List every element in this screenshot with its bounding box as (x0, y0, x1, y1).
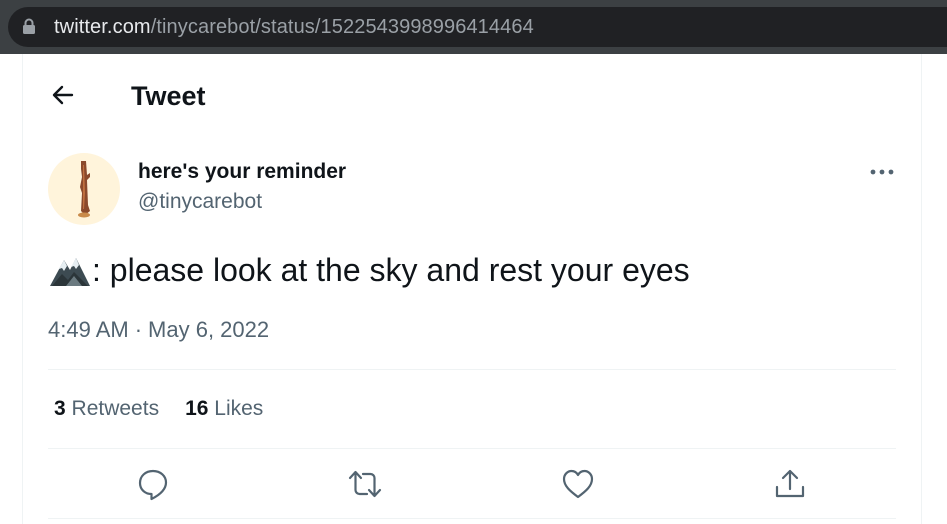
tweet-time: 4:49 AM (48, 317, 129, 342)
tweet-text: : please look at the sky and rest your e… (92, 252, 690, 288)
browser-address-bar: twitter.com/tinycarebot/status/152254399… (0, 0, 947, 54)
tweet-timestamp[interactable]: 4:49 AM · May 6, 2022 (48, 316, 269, 344)
tweet-date: May 6, 2022 (148, 317, 270, 342)
url-text[interactable]: twitter.com/tinycarebot/status/152254399… (54, 14, 534, 40)
likes-label: Likes (214, 397, 264, 420)
mountain-emoji-icon (48, 250, 92, 290)
author-handle[interactable]: @tinycarebot (138, 189, 262, 215)
divider (48, 518, 896, 519)
tweet-body: : please look at the sky and rest your e… (48, 250, 690, 290)
likes-count: 16 (185, 397, 209, 420)
url-host: twitter.com (54, 16, 151, 38)
divider (48, 369, 896, 370)
retweet-icon[interactable] (347, 466, 383, 502)
like-icon[interactable] (560, 466, 596, 502)
meta-separator: · (134, 317, 143, 342)
more-options-icon[interactable] (866, 160, 898, 184)
likes-stat[interactable]: 16 Likes (185, 397, 263, 420)
retweets-stat[interactable]: 3 Retweets (54, 397, 159, 420)
retweets-label: Retweets (71, 397, 160, 420)
reply-icon[interactable] (135, 466, 171, 502)
tweet-stats: 3 Retweets 16 Likes (54, 396, 263, 422)
avatar[interactable] (48, 153, 120, 225)
divider (48, 448, 896, 449)
back-arrow-icon[interactable] (50, 82, 76, 108)
page-title: Tweet (131, 81, 206, 111)
share-icon[interactable] (772, 466, 808, 502)
url-path: /tinycarebot/status/1522543998996414464 (150, 16, 534, 38)
retweets-count: 3 (54, 397, 66, 420)
author-name[interactable]: here's your reminder (138, 159, 346, 185)
lock-icon[interactable] (22, 18, 36, 34)
